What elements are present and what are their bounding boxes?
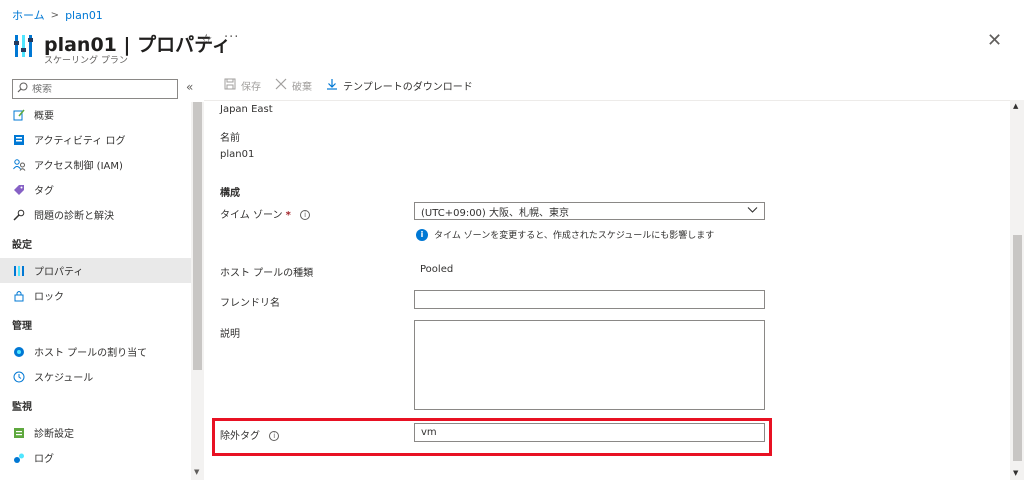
sidebar-scrollbar[interactable]: ▼: [191, 102, 204, 480]
host-pool-type-label: ホスト プールの種類: [220, 268, 314, 279]
diagnostic-icon: [12, 426, 26, 440]
collapse-icon[interactable]: «: [186, 80, 193, 94]
activity-log-icon: [12, 133, 26, 147]
friendly-name-label: フレンドリ名: [220, 298, 280, 309]
tag-icon: [12, 183, 26, 197]
section-config-title: 構成: [220, 188, 240, 199]
content-scrollbar-thumb[interactable]: [1013, 235, 1022, 461]
sidebar-section-settings: 設定: [12, 240, 32, 251]
discard-label: 破棄: [292, 82, 312, 93]
sidebar-item-label: ロック: [34, 292, 64, 303]
sidebar-item-logs[interactable]: ログ: [0, 445, 191, 470]
timezone-label: タイム ゾーン: [220, 210, 283, 221]
info-icon[interactable]: i: [300, 210, 311, 220]
search-box[interactable]: [12, 79, 178, 99]
sidebar-item-label: 概要: [34, 111, 54, 122]
scaling-plan-icon: [14, 35, 33, 57]
sidebar-item-label: ホスト プールの割り当て: [34, 348, 148, 359]
breadcrumb-home[interactable]: ホーム: [12, 7, 45, 23]
wrench-icon: [12, 208, 26, 222]
save-label: 保存: [241, 82, 261, 93]
sidebar-item-diagnostic-settings[interactable]: 診断設定: [0, 420, 191, 445]
sidebar-item-iam[interactable]: アクセス制御 (IAM): [0, 152, 191, 177]
info-filled-icon: i: [416, 228, 428, 241]
chevron-right-icon: >: [50, 9, 60, 21]
command-bar: 保存 破棄 テンプレートのダウンロード: [224, 78, 473, 93]
name-label: 名前: [220, 133, 240, 144]
scroll-down-icon[interactable]: ▼: [194, 468, 199, 476]
scroll-up-icon[interactable]: ▲: [1013, 102, 1018, 110]
chevron-down-icon: [747, 206, 758, 217]
overview-icon: [12, 108, 26, 122]
page-subtitle: スケーリング プラン: [44, 56, 128, 66]
scroll-down-icon[interactable]: ▼: [1013, 469, 1018, 477]
download-icon: [326, 78, 338, 93]
search-input[interactable]: [32, 83, 172, 95]
timezone-info-message: i タイム ゾーンを変更すると、作成されたスケジュールにも影響します: [416, 228, 714, 241]
sidebar-item-label: アクティビティ ログ: [34, 136, 126, 147]
highlight-box: [212, 418, 772, 456]
description-label: 説明: [220, 329, 240, 340]
sidebar-item-label: タグ: [34, 186, 54, 197]
download-template-label: テンプレートのダウンロード: [343, 82, 473, 93]
sidebar-item-diagnose[interactable]: 問題の診断と解決: [0, 202, 191, 227]
discard-button[interactable]: 破棄: [275, 78, 312, 93]
search-icon: [17, 82, 28, 96]
sidebar-scrollbar-thumb[interactable]: [193, 102, 202, 370]
sidebar-item-label: プロパティ: [34, 267, 84, 278]
friendly-name-field[interactable]: [414, 290, 765, 309]
sidebar-nav: 概要 アクティビティ ログ アクセス制御 (IAM) タグ 問題の診断と解決 設…: [0, 102, 191, 470]
host-pool-type-value: Pooled: [420, 264, 454, 275]
discard-icon: [275, 78, 287, 93]
sidebar-item-host-pool-assignment[interactable]: ホスト プールの割り当て: [0, 339, 191, 364]
friendly-name-input[interactable]: [421, 294, 764, 305]
sidebar-item-properties[interactable]: プロパティ: [0, 258, 191, 283]
sidebar-item-lock[interactable]: ロック: [0, 283, 191, 308]
sidebar: « 概要 アクティビティ ログ アクセス制御 (IAM) タグ: [0, 76, 204, 480]
content-scrollbar[interactable]: ▲ ▼: [1010, 100, 1024, 480]
description-textarea[interactable]: [414, 320, 765, 410]
close-icon[interactable]: ✕: [987, 30, 1002, 51]
breadcrumb: ホーム > plan01: [12, 7, 103, 23]
timezone-selected-value: (UTC+09:00) 大阪、札幌、東京: [421, 207, 570, 219]
star-icon[interactable]: ☆: [200, 32, 213, 48]
page-header: plan01 | プロパティ スケーリング プラン ☆ ··· ✕: [12, 28, 1012, 68]
breadcrumb-current[interactable]: plan01: [65, 9, 103, 22]
sidebar-item-label: アクセス制御 (IAM): [34, 161, 123, 172]
region-value: Japan East: [220, 104, 273, 115]
sidebar-item-overview[interactable]: 概要: [0, 102, 191, 127]
name-value: plan01: [220, 149, 255, 160]
sidebar-item-label: 診断設定: [34, 429, 74, 440]
sidebar-section-monitor: 監視: [12, 402, 32, 413]
sidebar-item-label: ログ: [34, 454, 54, 465]
clock-icon: [12, 370, 26, 384]
save-icon: [224, 78, 236, 93]
properties-icon: [12, 264, 26, 278]
save-button[interactable]: 保存: [224, 78, 261, 93]
sidebar-section-manage: 管理: [12, 321, 32, 332]
required-marker: *: [285, 210, 291, 221]
sidebar-item-activity-log[interactable]: アクティビティ ログ: [0, 127, 191, 152]
sidebar-item-schedule[interactable]: スケジュール: [0, 364, 191, 389]
timezone-info-text: タイム ゾーンを変更すると、作成されたスケジュールにも影響します: [434, 231, 715, 241]
timezone-label-row: タイム ゾーン * i: [220, 206, 311, 221]
host-pool-icon: [12, 345, 26, 359]
sidebar-item-tags[interactable]: タグ: [0, 177, 191, 202]
lock-icon: [12, 289, 26, 303]
logs-icon: [12, 451, 26, 465]
download-template-button[interactable]: テンプレートのダウンロード: [326, 78, 473, 93]
sidebar-item-label: 問題の診断と解決: [34, 211, 114, 222]
more-icon[interactable]: ···: [224, 30, 239, 45]
iam-icon: [12, 158, 26, 172]
timezone-select[interactable]: (UTC+09:00) 大阪、札幌、東京: [414, 202, 765, 220]
sidebar-item-label: スケジュール: [34, 373, 94, 384]
